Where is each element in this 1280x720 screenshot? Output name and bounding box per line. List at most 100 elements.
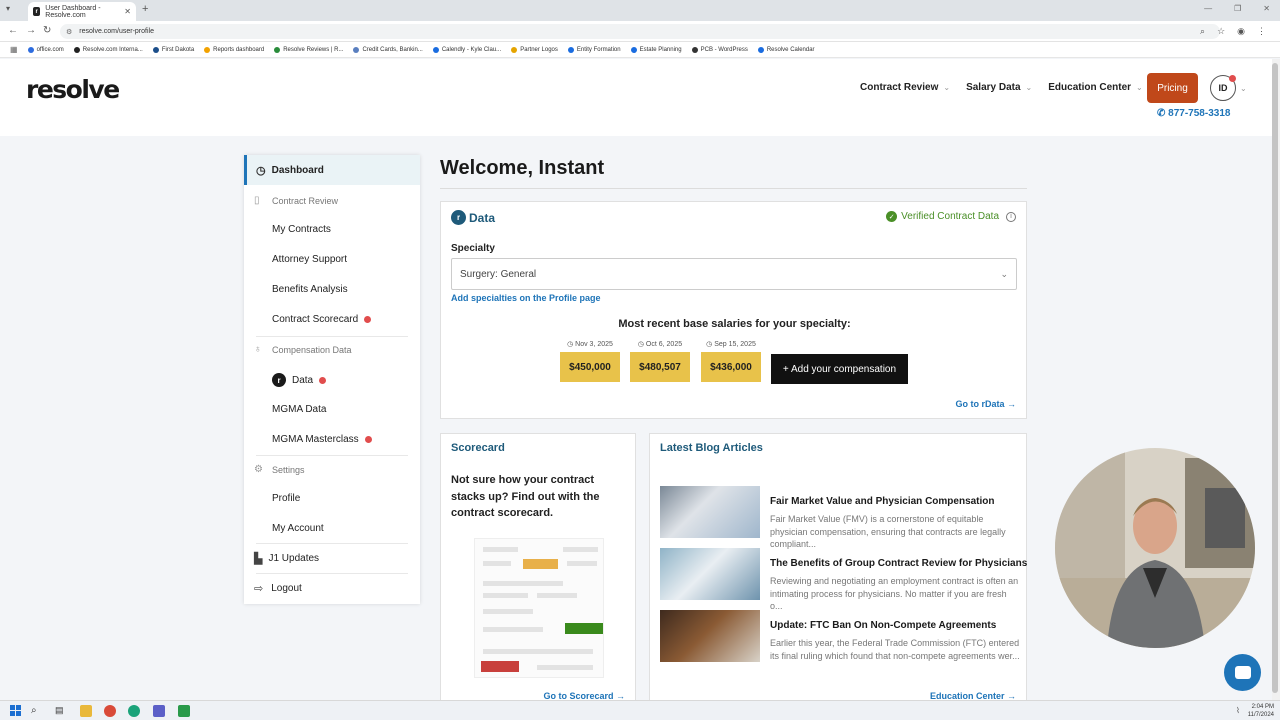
bookmark-item[interactable]: Partner Logos <box>511 46 558 53</box>
bookmark-item[interactable]: Credit Cards, Bankin... <box>353 46 423 53</box>
rdata-card: r Data ✓ Verified Contract Data i Specia… <box>440 201 1027 419</box>
phone-icon: ✆ <box>1157 108 1169 119</box>
file-explorer-icon[interactable] <box>80 705 92 717</box>
chevron-down-icon: ⌄ <box>1000 268 1008 279</box>
salary-entry: ◷ Sep 15, 2025 $436,000 <box>701 340 761 382</box>
resolve-favicon-icon: r <box>33 7 41 16</box>
sidebar: ◷ Dashboard ▯ Contract Review My Contrac… <box>244 155 420 604</box>
bookmark-item[interactable]: Resolve Calendar <box>757 46 815 53</box>
chat-icon <box>1234 666 1251 679</box>
bookmark-item[interactable]: Estate Planning <box>630 46 682 53</box>
site-header: resolve Contract Review ⌄ Salary Data ⌄ Ed… <box>0 59 1272 136</box>
sidebar-item-contract-scorecard[interactable]: Contract Scorecard <box>272 314 372 325</box>
resolve-logo[interactable]: resolve <box>26 75 120 104</box>
avatar[interactable]: ID <box>1210 75 1236 101</box>
sidebar-item-logout[interactable]: ⇨ Logout <box>254 582 302 595</box>
app-icon[interactable] <box>178 705 190 717</box>
phone-link[interactable]: ✆ 877-758-3318 <box>1157 108 1230 119</box>
checkmark-icon: ✓ <box>886 211 898 222</box>
nav-contract-review[interactable]: Contract Review ⌄ <box>860 82 950 93</box>
sidebar-item-dashboard[interactable]: ◷ Dashboard <box>244 155 420 185</box>
search-icon[interactable]: ⌕ <box>31 705 43 717</box>
logout-icon: ⇨ <box>254 583 264 595</box>
pricing-button[interactable]: Pricing <box>1147 73 1198 103</box>
bookmark-item[interactable]: Resolve Reviews | R... <box>274 46 343 53</box>
reload-icon[interactable]: ↻ <box>43 25 51 36</box>
teams-icon[interactable] <box>153 705 165 717</box>
browser-tab[interactable]: r User Dashboard - Resolve.com ✕ <box>28 2 136 21</box>
article-thumbnail <box>660 486 760 538</box>
bookmark-item[interactable]: PCB - WordPress <box>691 46 748 53</box>
add-compensation-button[interactable]: + Add your compensation <box>771 354 908 384</box>
specialty-select[interactable]: Surgery: General ⌄ <box>451 258 1017 290</box>
divider <box>256 455 408 456</box>
forward-icon[interactable]: → <box>26 25 36 36</box>
salary-entry: ◷ Oct 6, 2025 $480,507 <box>630 340 690 382</box>
restore-icon[interactable]: ❐ <box>1234 4 1241 13</box>
section-settings: ⚙ Settings <box>254 464 305 475</box>
sidebar-item-benefits-analysis[interactable]: Benefits Analysis <box>272 284 348 295</box>
buildings-icon: ▙ <box>254 553 263 565</box>
new-badge-dot <box>319 376 327 384</box>
page-scrollbar[interactable] <box>1272 59 1280 700</box>
salary-value: $480,507 <box>630 352 690 382</box>
sidebar-item-mgma-data[interactable]: MGMA Data <box>272 404 326 415</box>
sidebar-item-my-account[interactable]: My Account <box>272 523 324 534</box>
minimize-icon[interactable]: — <box>1204 4 1212 13</box>
bookmark-item[interactable]: First Dakota <box>152 46 194 53</box>
info-icon[interactable]: i <box>1006 211 1016 222</box>
back-icon[interactable]: ← <box>8 25 18 36</box>
divider <box>440 188 1027 189</box>
chevron-down-icon: ⌄ <box>943 83 951 92</box>
article-thumbnail <box>660 610 760 662</box>
blog-article[interactable]: Update: FTC Ban On Non-Compete Agreement… <box>660 610 1020 662</box>
tab-search-icon[interactable]: ▾ <box>6 4 10 13</box>
scrollbar-thumb[interactable] <box>1272 63 1278 693</box>
extensions-icon[interactable]: ◉ <box>1237 26 1245 37</box>
browser-tab-bar: ▾ r User Dashboard - Resolve.com ✕ + — ❐… <box>0 0 1280 21</box>
chevron-down-icon[interactable]: ⌄ <box>1240 84 1247 93</box>
chat-widget-button[interactable] <box>1224 654 1261 691</box>
taskbar-clock[interactable]: 2:04 PM 11/7/2024 <box>1248 703 1274 719</box>
sidebar-item-my-contracts[interactable]: My Contracts <box>272 224 331 235</box>
apps-icon[interactable]: ▦ <box>10 45 18 54</box>
nav-salary-data[interactable]: Salary Data ⌄ <box>966 82 1032 93</box>
new-tab-icon[interactable]: + <box>142 3 148 15</box>
blog-article[interactable]: Fair Market Value and Physician Compensa… <box>660 486 1020 549</box>
add-specialties-link[interactable]: Add specialties on the Profile page <box>451 293 601 303</box>
nav-education-center[interactable]: Education Center ⌄ <box>1048 82 1143 93</box>
scorecard-card: Scorecard Not sure how your contract sta… <box>440 433 636 703</box>
url-input[interactable]: ⚙ resolve.com/user-profile <box>60 24 1220 39</box>
bookmark-item[interactable]: Entity Formation <box>567 46 621 53</box>
tab-close-icon[interactable]: ✕ <box>124 7 131 16</box>
sidebar-item-profile[interactable]: Profile <box>272 493 300 504</box>
bookmark-item[interactable]: Reports dashboard <box>204 46 264 53</box>
task-view-icon[interactable]: ▤ <box>55 705 67 717</box>
browser-menu-icon[interactable]: ⋮ <box>1257 26 1266 37</box>
chrome-icon[interactable] <box>104 705 116 717</box>
network-icon[interactable]: ⌇ <box>1236 706 1244 715</box>
sidebar-item-attorney-support[interactable]: Attorney Support <box>272 254 347 265</box>
close-window-icon[interactable]: ✕ <box>1263 4 1270 13</box>
scorecard-description: Not sure how your contract stacks up? Fi… <box>451 474 600 519</box>
edge-icon[interactable] <box>128 705 140 717</box>
tab-title: User Dashboard - Resolve.com <box>45 4 101 19</box>
dashboard-icon: ◷ <box>256 164 266 177</box>
scorecard-illustration <box>474 538 604 678</box>
bookmark-star-icon[interactable]: ☆ <box>1217 26 1225 37</box>
sidebar-item-mgma-masterclass[interactable]: MGMA Masterclass <box>272 434 372 445</box>
new-badge-dot <box>364 316 372 323</box>
browser-actions: ⌕ ☆ ◉ ⋮ <box>1200 26 1266 37</box>
bookmark-item[interactable]: office.com <box>27 46 64 53</box>
go-to-rdata-link[interactable]: Go to rData → <box>955 399 1016 409</box>
sidebar-item-j1-updates[interactable]: ▙ J1 Updates <box>254 552 319 565</box>
windows-start-icon[interactable] <box>10 705 22 717</box>
site-info-icon[interactable]: ⚙ <box>66 28 72 36</box>
rdata-logo-icon: r <box>272 373 286 387</box>
blog-article[interactable]: The Benefits of Group Contract Review fo… <box>660 548 1027 611</box>
sidebar-item-rdata[interactable]: r Data <box>272 373 327 387</box>
bookmark-item[interactable]: Calendly - Kyle Clau... <box>432 46 501 53</box>
zoom-icon[interactable]: ⌕ <box>1200 26 1205 37</box>
divider <box>256 573 408 574</box>
bookmark-item[interactable]: Resolve.com Interna... <box>73 46 143 53</box>
